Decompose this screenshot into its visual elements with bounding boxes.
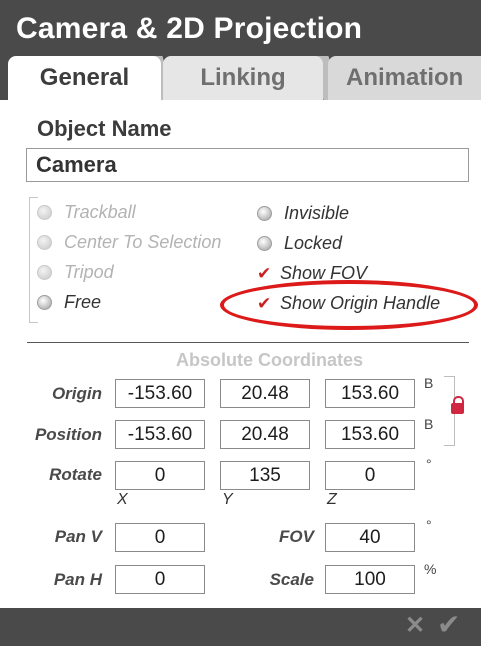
fov-unit: ° xyxy=(426,517,432,533)
tab-general[interactable]: General xyxy=(8,56,161,100)
position-z-field[interactable]: 153.60 xyxy=(325,420,415,449)
position-x-field[interactable]: -153.60 xyxy=(115,420,205,449)
ok-button[interactable]: ✔ xyxy=(437,608,460,641)
tab-animation[interactable]: Animation xyxy=(328,56,481,100)
pan-v-field[interactable]: 0 xyxy=(115,523,205,552)
axis-z-label: Z xyxy=(327,491,337,508)
mode-tripod[interactable]: Tripod xyxy=(37,262,114,283)
absolute-coordinates-heading: Absolute Coordinates xyxy=(176,350,364,370)
rotate-unit: ° xyxy=(426,456,432,472)
scale-unit: % xyxy=(424,561,437,577)
position-label: Position xyxy=(34,425,102,444)
origin-z-field[interactable]: 153.60 xyxy=(325,379,415,408)
pan-h-label: Pan H xyxy=(53,570,102,589)
mode-trackball[interactable]: Trackball xyxy=(37,202,136,223)
rotate-label: Rotate xyxy=(49,465,102,484)
mode-label: Center To Selection xyxy=(64,232,222,252)
camera-panel: Camera & 2D Projection General Linking A… xyxy=(0,0,481,646)
mode-label: Trackball xyxy=(64,202,136,222)
mode-free[interactable]: Free xyxy=(37,292,101,313)
mode-center-to-selection[interactable]: Center To Selection xyxy=(37,232,221,253)
pan-v-label: Pan V xyxy=(54,527,102,546)
option-label: Invisible xyxy=(284,203,350,223)
section-divider xyxy=(27,342,469,343)
object-name-field[interactable]: Camera xyxy=(26,148,469,182)
scale-field[interactable]: 100 xyxy=(325,565,415,594)
origin-unit: B xyxy=(424,375,434,391)
rotate-z-field[interactable]: 0 xyxy=(325,461,415,490)
radio-icon xyxy=(257,206,272,221)
checkmark-icon: ✔ xyxy=(257,263,272,283)
rotate-x-field[interactable]: 0 xyxy=(115,461,205,490)
highlight-ellipse xyxy=(220,280,478,330)
fov-field[interactable]: 40 xyxy=(325,523,415,552)
position-y-field[interactable]: 20.48 xyxy=(220,420,310,449)
radio-icon xyxy=(257,236,272,251)
radio-selected-icon xyxy=(37,295,52,310)
fov-label: FOV xyxy=(279,527,314,546)
origin-x-field[interactable]: -153.60 xyxy=(115,379,205,408)
cancel-button[interactable]: ✕ xyxy=(405,611,425,640)
radio-icon xyxy=(37,265,52,280)
option-label: Locked xyxy=(284,233,343,253)
option-locked[interactable]: Locked xyxy=(257,233,342,254)
tab-linking[interactable]: Linking xyxy=(163,56,323,100)
pan-h-field[interactable]: 0 xyxy=(115,565,205,594)
radio-icon xyxy=(37,235,52,250)
origin-y-field[interactable]: 20.48 xyxy=(220,379,310,408)
rotate-y-field[interactable]: 135 xyxy=(220,461,310,490)
position-unit: B xyxy=(424,416,434,432)
object-name-label: Object Name xyxy=(37,116,172,141)
mode-label: Tripod xyxy=(64,262,114,282)
axis-x-label: X xyxy=(117,491,128,508)
option-invisible[interactable]: Invisible xyxy=(257,203,349,224)
radio-icon xyxy=(37,205,52,220)
axis-y-label: Y xyxy=(222,491,233,508)
panel-title: Camera & 2D Projection xyxy=(16,12,363,45)
scale-label: Scale xyxy=(269,570,314,589)
lock-icon[interactable] xyxy=(451,396,464,414)
origin-label: Origin xyxy=(51,384,102,403)
mode-label: Free xyxy=(64,292,102,312)
